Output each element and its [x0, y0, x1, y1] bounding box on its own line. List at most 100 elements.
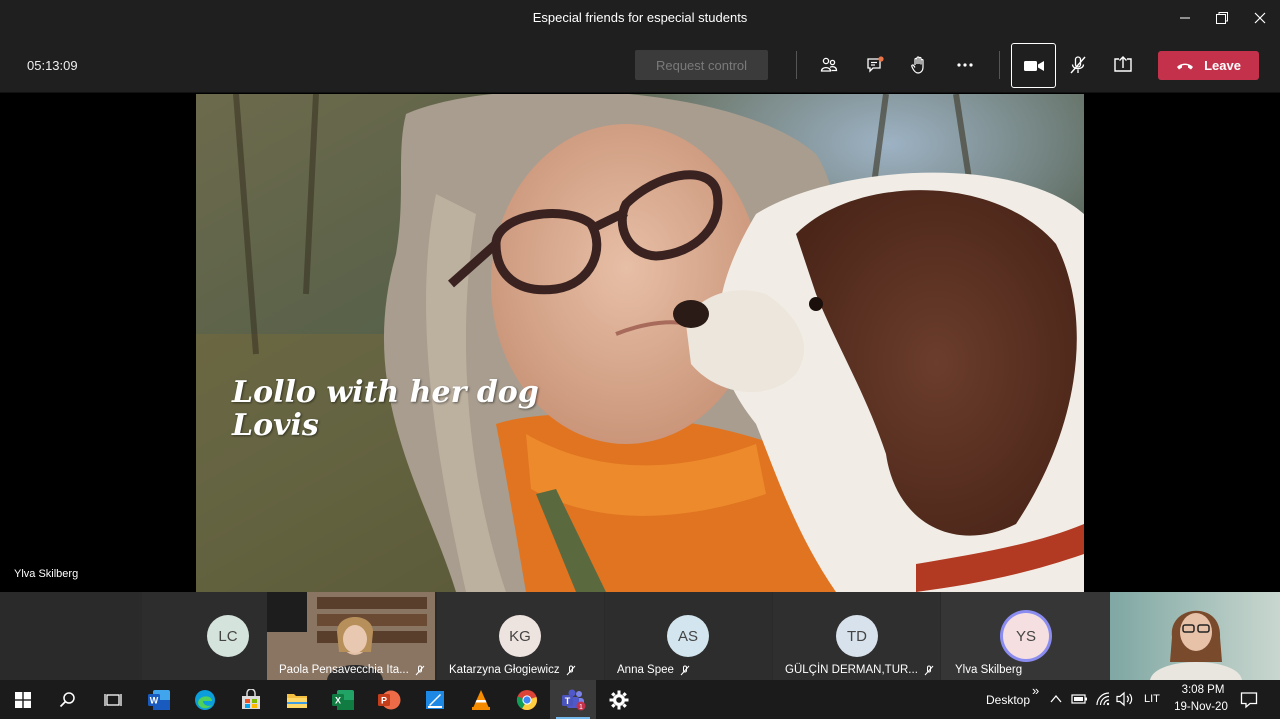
avatar-initials: TD [847, 627, 867, 645]
participant-name-text: Katarzyna Głogiewicz [449, 664, 560, 676]
taskbar-settings[interactable] [596, 680, 642, 719]
desktop-toolbar-label[interactable]: Desktop [986, 693, 1030, 707]
taskbar-chrome[interactable] [504, 680, 550, 719]
volume-button[interactable] [1116, 691, 1134, 712]
participant-name: Anna Spee [617, 664, 690, 676]
camera-icon [1023, 60, 1044, 71]
search-icon [59, 691, 75, 707]
participant-name-text: Ylva Skilberg [955, 664, 1023, 676]
microphone-off-icon [924, 665, 934, 675]
participant-tile[interactable]: TD GÜLÇİN DERMAN,TUR... [773, 592, 940, 680]
window-title: Especial friends for especial students [532, 10, 748, 25]
participant-tile[interactable]: Paola Pensavecchia Ita... [267, 592, 435, 680]
leave-button[interactable]: Leave [1158, 51, 1259, 80]
taskbar-teams[interactable]: T1 [550, 680, 596, 719]
participant-name-text: Anna Spee [617, 664, 674, 676]
microphone-off-icon [1070, 56, 1086, 74]
taskbar-edge[interactable] [182, 680, 228, 719]
svg-text:X: X [335, 695, 341, 705]
mute-toggle-button[interactable] [1061, 48, 1095, 82]
presenter-name: Ylva Skilberg [14, 568, 79, 580]
svg-text:W: W [150, 695, 159, 705]
slide-photo [196, 94, 1084, 592]
minimize-icon [1180, 17, 1190, 19]
file-explorer-icon [287, 693, 307, 708]
desktop-toolbar-chevron[interactable]: » [1032, 683, 1039, 698]
windows-taskbar: W X P T1 Desktop » LIT 3:08 PM 19-Nov-20 [0, 680, 1280, 719]
network-button[interactable] [1095, 691, 1111, 712]
participants-button[interactable] [812, 48, 846, 82]
start-button[interactable] [0, 680, 46, 719]
minimize-button[interactable] [1170, 6, 1200, 30]
raise-hand-button[interactable] [902, 48, 936, 82]
avatar-initials: KG [509, 627, 531, 645]
taskbar-maps[interactable] [412, 680, 458, 719]
toolbar-divider [796, 51, 797, 79]
participant-name: Paola Pensavecchia Ita... [279, 664, 425, 676]
show-hidden-icons-button[interactable] [1049, 692, 1063, 711]
microphone-off-icon [680, 665, 690, 675]
settings-icon [609, 690, 629, 709]
taskbar-powerpoint[interactable]: P [366, 680, 412, 719]
title-bar: Especial friends for especial students [0, 0, 1280, 37]
more-icon [957, 63, 973, 67]
self-video-tile[interactable] [1110, 592, 1280, 680]
microphone-off-icon [415, 665, 425, 675]
more-actions-button[interactable] [948, 48, 982, 82]
taskbar-file-explorer[interactable] [274, 680, 320, 719]
participant-avatar: AS [667, 615, 709, 657]
store-icon [242, 688, 260, 709]
restore-icon [1216, 12, 1228, 24]
participant-name: Ylva Skilberg [955, 664, 1022, 676]
avatar-initials: AS [677, 627, 698, 645]
share-screen-icon [1114, 56, 1132, 72]
taskbar-word[interactable]: W [136, 680, 182, 719]
clock-time[interactable]: 3:08 PM [1174, 684, 1232, 696]
participant-tile[interactable]: YS Ylva Skilberg [941, 592, 1110, 680]
powerpoint-icon: P [378, 690, 401, 709]
camera-toggle-button[interactable] [1011, 43, 1056, 88]
chat-button[interactable] [858, 48, 892, 82]
taskbar-store[interactable] [228, 680, 274, 719]
participant-name: GÜLÇİN DERMAN,TUR... [785, 664, 934, 676]
meeting-toolbar: 05:13:09 Request control Leave [0, 37, 1280, 93]
notification-center-icon [1240, 692, 1258, 709]
leave-label: Leave [1204, 58, 1241, 73]
request-control-button[interactable]: Request control [635, 50, 768, 80]
share-screen-button[interactable] [1106, 48, 1140, 82]
participant-tile[interactable]: KG Katarzyna Głogiewicz [437, 592, 604, 680]
notifications-button[interactable] [1240, 691, 1258, 714]
shared-slide: Lollo with her dog Lovis [196, 94, 1084, 592]
input-language[interactable]: LIT [1144, 693, 1160, 705]
speaker-icon [1116, 691, 1133, 707]
task-view-button[interactable] [90, 680, 136, 719]
restore-button[interactable] [1207, 6, 1237, 30]
search-button[interactable] [45, 680, 91, 719]
participant-strip: LC Paola Pensavecchia Ita... KG Katarzyn… [0, 592, 1280, 680]
svg-text:T: T [565, 696, 571, 706]
taskbar-vlc[interactable] [458, 680, 504, 719]
chat-icon [867, 56, 884, 73]
chrome-icon [516, 689, 537, 710]
participant-name: Katarzyna Głogiewicz [449, 664, 576, 676]
battery-button[interactable] [1071, 692, 1089, 711]
avatar-initials: LC [218, 627, 238, 645]
participant-name-text: GÜLÇİN DERMAN,TUR... [785, 664, 918, 676]
teams-meeting-window: Especial friends for especial students 0… [0, 0, 1280, 719]
close-button[interactable] [1245, 6, 1275, 30]
battery-icon [1071, 694, 1087, 704]
participant-avatar: KG [499, 615, 541, 657]
participant-avatar: LC [207, 615, 249, 657]
edge-icon [195, 689, 215, 710]
wifi-icon [1096, 692, 1110, 706]
participant-tile[interactable]: LC [142, 592, 267, 680]
vlc-icon [472, 689, 490, 710]
participant-name-text: Paola Pensavecchia Ita... [279, 664, 409, 676]
participant-tile[interactable]: AS Anna Spee [605, 592, 772, 680]
clock-date[interactable]: 19-Nov-20 [1170, 701, 1232, 713]
caption-line-1: Lollo with her dog [232, 375, 539, 410]
taskbar-excel[interactable]: X [320, 680, 366, 719]
shared-content-stage: Lollo with her dog Lovis Ylva Skilberg [0, 94, 1280, 592]
task-view-icon [104, 693, 122, 706]
self-video [1110, 592, 1280, 680]
